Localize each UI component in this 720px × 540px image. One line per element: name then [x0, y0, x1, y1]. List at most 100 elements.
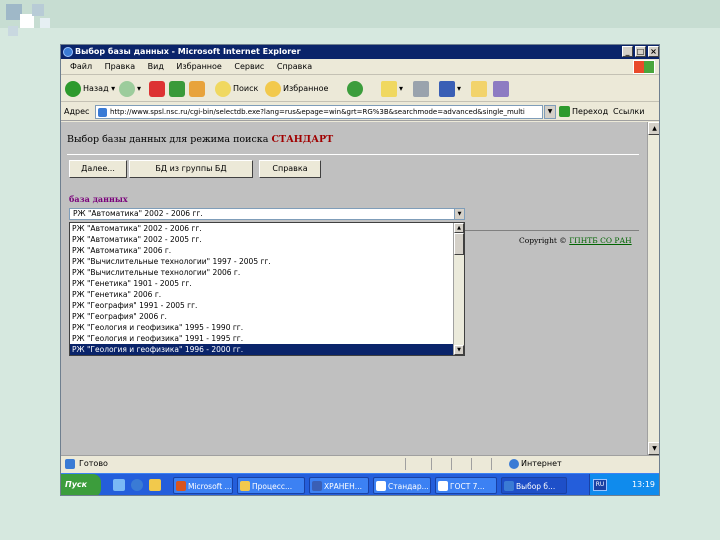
- print-button[interactable]: [413, 80, 431, 98]
- maximize-button[interactable]: □: [635, 46, 646, 57]
- db-option[interactable]: РЖ "Автоматика" 2006 г.: [70, 245, 454, 256]
- menu-view[interactable]: Вид: [143, 59, 169, 75]
- db-option[interactable]: РЖ "Автоматика" 2002 - 2005 гг.: [70, 234, 454, 245]
- page-icon: [98, 108, 107, 117]
- task-button[interactable]: Microsoft ...: [173, 477, 233, 494]
- scroll-down-icon[interactable]: ▼: [648, 442, 659, 455]
- stop-icon: [149, 80, 165, 97]
- list-scrollbar[interactable]: ▲ ▼: [453, 223, 464, 355]
- help-button[interactable]: Справка: [259, 160, 321, 178]
- db-option[interactable]: РЖ "Геология и геофизика" 1991 - 1995 гг…: [70, 333, 454, 344]
- status-divider: [431, 458, 432, 470]
- security-zone: Интернет: [509, 456, 562, 472]
- refresh-icon: [169, 80, 185, 97]
- page-done-icon: [65, 459, 75, 469]
- mail-button[interactable]: ▾: [381, 80, 403, 98]
- home-button[interactable]: [189, 80, 207, 98]
- task-button[interactable]: Стандар...: [373, 477, 431, 494]
- menu-edit[interactable]: Правка: [100, 59, 140, 75]
- page-content: Выбор базы данных для режима поиска СТАН…: [61, 122, 647, 455]
- media-button[interactable]: [347, 80, 365, 98]
- scroll-up-icon[interactable]: ▲: [454, 223, 464, 233]
- copyright: Copyright © ГПНТБ СО РАН: [519, 236, 632, 245]
- task-button[interactable]: ХРАНЕН...: [309, 477, 369, 494]
- db-option[interactable]: РЖ "Генетика" 2006 г.: [70, 289, 454, 300]
- mail-icon: [381, 80, 397, 97]
- word-icon: [439, 80, 455, 97]
- globe-icon: [509, 458, 519, 469]
- task-button[interactable]: ГОСТ 7...: [435, 477, 497, 494]
- db-option[interactable]: РЖ "Автоматика" 2002 - 2006 гг.: [70, 223, 454, 234]
- menu-help[interactable]: Справка: [272, 59, 317, 75]
- db-group-button[interactable]: БД из группы БД: [129, 160, 253, 178]
- favorites-button[interactable]: Избранное: [265, 80, 328, 98]
- ie-quicklaunch-icon[interactable]: [131, 479, 143, 491]
- task-button[interactable]: Процесс...: [237, 477, 305, 494]
- language-indicator[interactable]: RU: [593, 479, 607, 491]
- page-scrollbar[interactable]: ▲ ▼: [647, 122, 659, 455]
- home-icon: [189, 80, 205, 97]
- media-icon: [347, 80, 363, 97]
- next-button[interactable]: Далее...: [69, 160, 127, 178]
- status-divider: [491, 458, 492, 470]
- address-dropdown-icon[interactable]: ▼: [544, 105, 556, 119]
- scroll-thumb[interactable]: [454, 233, 464, 255]
- folder-icon: [240, 481, 250, 491]
- desktop-icon[interactable]: [113, 479, 125, 491]
- status-bar: Готово Интернет: [61, 455, 659, 472]
- menu-favorites[interactable]: Избранное: [171, 59, 226, 75]
- address-url: http://www.spsl.nsc.ru/cgi-bin/selectdb.…: [110, 108, 525, 116]
- status-divider: [451, 458, 452, 470]
- forward-button[interactable]: ▾: [119, 80, 141, 98]
- ie-icon: [504, 481, 514, 491]
- refresh-button[interactable]: [169, 80, 187, 98]
- copyright-link[interactable]: ГПНТБ СО РАН: [569, 236, 631, 245]
- page-heading: Выбор базы данных для режима поиска СТАН…: [67, 134, 334, 145]
- forward-arrow-icon: [119, 80, 135, 97]
- address-input[interactable]: http://www.spsl.nsc.ru/cgi-bin/selectdb.…: [95, 105, 543, 119]
- divider-right: [465, 230, 639, 231]
- start-button[interactable]: Пуск: [61, 474, 101, 495]
- outlook-icon[interactable]: [149, 479, 161, 491]
- messenger-button[interactable]: [493, 80, 511, 98]
- database-select[interactable]: РЖ "Автоматика" 2002 - 2006 гг. ▼: [69, 208, 465, 220]
- go-button[interactable]: Переход: [559, 103, 608, 121]
- db-option[interactable]: РЖ "Вычислительные технологии" 1997 - 20…: [70, 256, 454, 267]
- address-bar: Адрес http://www.spsl.nsc.ru/cgi-bin/sel…: [61, 103, 659, 121]
- task-button-active[interactable]: Выбор б...: [501, 477, 567, 494]
- menu-bar: Файл Правка Вид Избранное Сервис Справка: [61, 59, 659, 75]
- chevron-down-icon[interactable]: ▼: [454, 209, 464, 219]
- folder-button[interactable]: [471, 80, 489, 98]
- search-mode: СТАНДАРТ: [271, 134, 334, 145]
- minimize-button[interactable]: _: [622, 46, 633, 57]
- db-option[interactable]: РЖ "География" 1991 - 2005 гг.: [70, 300, 454, 311]
- back-button[interactable]: Назад ▾: [65, 80, 115, 98]
- database-dropdown-list[interactable]: РЖ "Автоматика" 2002 - 2006 гг. РЖ "Авто…: [69, 222, 465, 356]
- messenger-icon: [493, 80, 509, 97]
- menu-tools[interactable]: Сервис: [229, 59, 269, 75]
- ie-icon: [63, 47, 73, 57]
- links-button[interactable]: Ссылки: [613, 103, 644, 121]
- db-option[interactable]: РЖ "Геология и геофизика" 1995 - 1990 гг…: [70, 322, 454, 333]
- system-tray: RU 13:19: [589, 474, 659, 495]
- star-icon: [265, 80, 281, 97]
- divider: [67, 154, 639, 155]
- window-title-bar: Выбор базы данных - Microsoft Internet E…: [61, 45, 659, 59]
- edit-button[interactable]: ▾: [439, 80, 461, 98]
- db-option[interactable]: РЖ "Вычислительные технологии" 2006 г.: [70, 267, 454, 278]
- search-button[interactable]: Поиск: [215, 80, 258, 98]
- db-option[interactable]: РЖ "Геология и геофизика" 1996 - 2000 гг…: [70, 344, 454, 355]
- printer-icon: [413, 80, 429, 97]
- stop-button[interactable]: [149, 80, 167, 98]
- menu-file[interactable]: Файл: [65, 59, 97, 75]
- close-button[interactable]: ×: [648, 46, 659, 57]
- scroll-up-icon[interactable]: ▲: [648, 122, 659, 135]
- windows-logo-icon: [633, 60, 655, 74]
- scroll-down-icon[interactable]: ▼: [454, 345, 464, 355]
- db-option[interactable]: РЖ "География" 2006 г.: [70, 311, 454, 322]
- db-option[interactable]: РЖ "Генетика" 1901 - 2005 гг.: [70, 278, 454, 289]
- back-arrow-icon: [65, 80, 81, 97]
- word-icon: [312, 481, 322, 491]
- window-title: Выбор базы данных - Microsoft Internet E…: [75, 47, 301, 56]
- status-divider: [471, 458, 472, 470]
